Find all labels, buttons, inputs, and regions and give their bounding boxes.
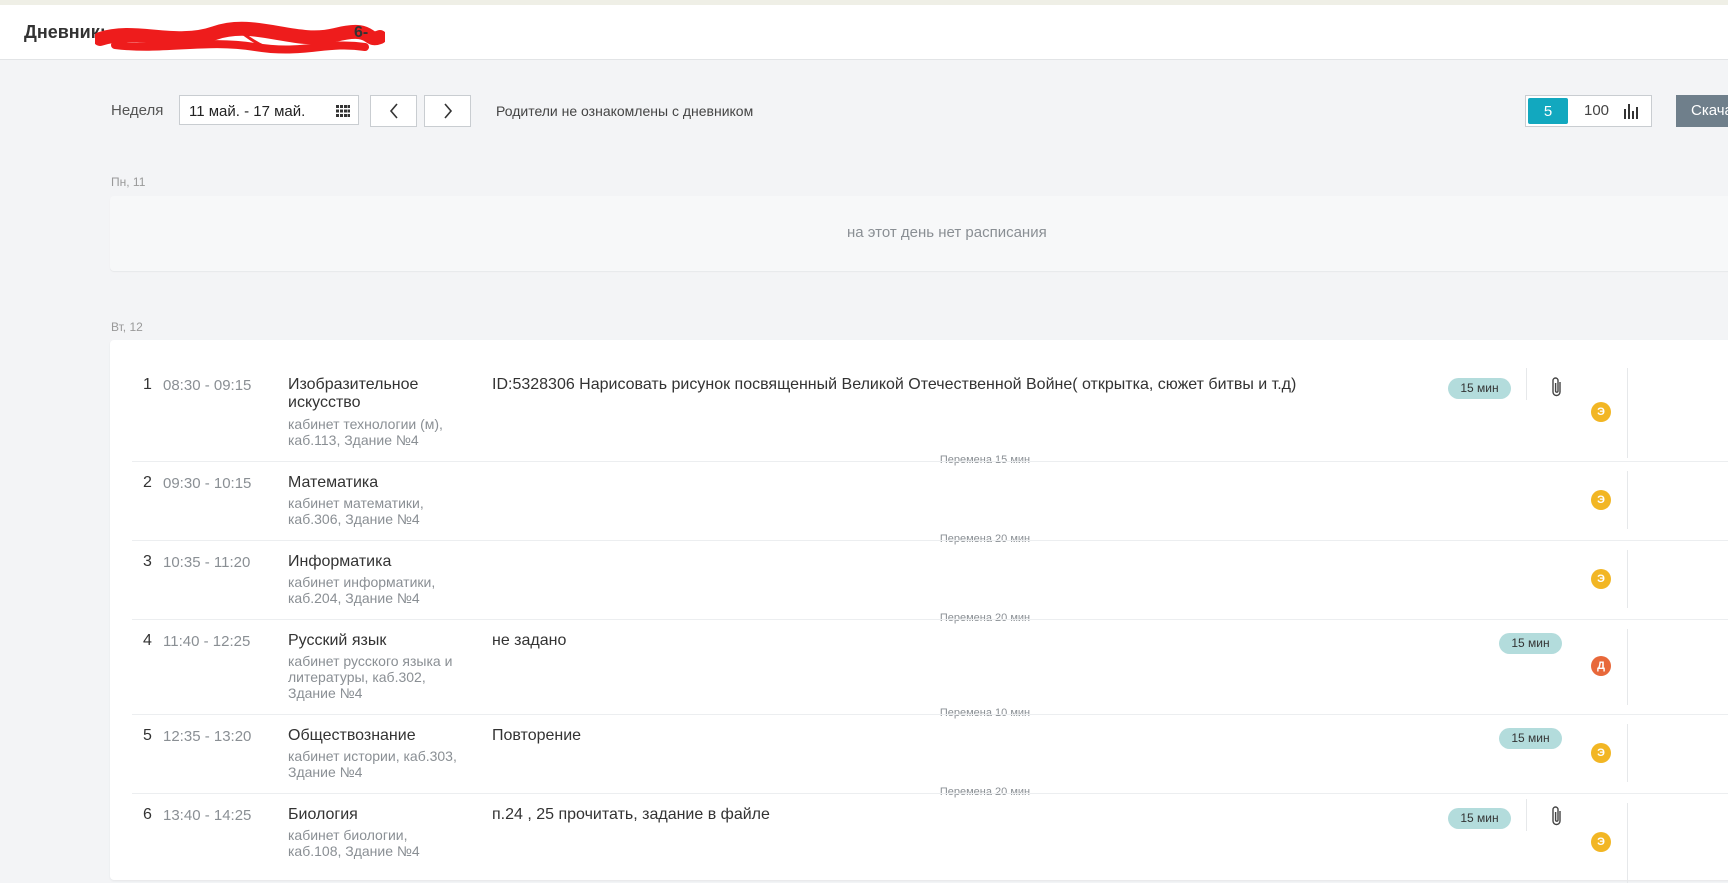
lesson-room: кабинет математики, каб.306, Здание №4 <box>288 495 424 527</box>
divider <box>1627 368 1628 458</box>
row-separator <box>132 461 1728 462</box>
lesson-homework[interactable]: не задано <box>492 632 566 650</box>
lesson-number: 2 <box>143 474 152 491</box>
lesson-number: 3 <box>143 553 152 570</box>
duration-badge: 15 мин <box>1448 808 1511 829</box>
lesson-time: 11:40 - 12:25 <box>163 633 251 650</box>
scale-100-button[interactable]: 100 <box>1584 102 1609 119</box>
lesson-room: кабинет информатики, каб.204, Здание №4 <box>288 574 436 606</box>
lesson-time: 08:30 - 09:15 <box>163 377 252 394</box>
row-separator <box>132 714 1728 715</box>
divider <box>1627 471 1628 529</box>
break-label: Перемена 10 мин <box>939 707 1031 719</box>
divider <box>1526 799 1527 831</box>
break-label: Перемена 20 мин <box>939 533 1031 545</box>
lesson-subject[interactable]: Математика <box>288 474 468 492</box>
row-separator <box>132 540 1728 541</box>
lesson-subject[interactable]: Биология <box>288 806 468 824</box>
bar-chart-icon[interactable] <box>1622 102 1640 120</box>
download-button[interactable]: Скача <box>1676 95 1728 127</box>
attendance-mark[interactable]: Д <box>1591 656 1611 676</box>
next-week-button[interactable] <box>424 95 471 127</box>
lesson-time: 09:30 - 10:15 <box>163 475 252 492</box>
lesson-subject[interactable]: Изобразительное искусство <box>288 376 468 412</box>
attachment-icon[interactable] <box>1550 376 1564 398</box>
attendance-mark[interactable]: Э <box>1591 490 1611 510</box>
duration-badge: 15 мин <box>1499 633 1562 654</box>
calendar-icon[interactable] <box>336 104 350 118</box>
lesson-homework[interactable]: ID:5328306 Нарисовать рисунок посвященны… <box>492 376 1296 394</box>
attendance-mark[interactable]: Э <box>1591 402 1611 422</box>
lesson-room: кабинет биологии, каб.108, Здание №4 <box>288 827 420 859</box>
lesson-homework[interactable]: п.24 , 25 прочитать, задание в файле <box>492 806 770 824</box>
day-card-tuesday: 1 08:30 - 09:15 Изобразительное искусств… <box>110 340 1728 883</box>
duration-badge: 15 мин <box>1499 728 1562 749</box>
divider <box>1627 803 1628 883</box>
day-card-monday: на этот день нет расписания <box>110 196 1728 271</box>
chevron-right-icon <box>443 103 452 119</box>
divider <box>1627 629 1628 705</box>
lesson-number: 1 <box>143 376 152 393</box>
attendance-mark[interactable]: Э <box>1591 743 1611 763</box>
day-label-tuesday: Вт, 12 <box>111 320 143 334</box>
lesson-room: кабинет русского языка и литературы, каб… <box>288 653 453 701</box>
row-separator <box>132 793 1728 794</box>
divider <box>1627 724 1628 782</box>
row-separator <box>132 619 1728 620</box>
divider <box>1526 368 1527 400</box>
grade-scale-switch: 5 100 <box>1525 95 1652 127</box>
lesson-subject[interactable]: Обществознание <box>288 727 468 745</box>
break-label: Перемена 15 мин <box>939 454 1031 466</box>
week-toolbar: Неделя 11 май. - 17 май. Родители не озн… <box>111 94 1728 128</box>
lesson-number: 4 <box>143 632 152 649</box>
lesson-time: 13:40 - 14:25 <box>163 807 252 824</box>
duration-badge: 15 мин <box>1448 378 1511 399</box>
no-schedule-text: на этот день нет расписания <box>847 224 1047 241</box>
chevron-left-icon <box>389 103 398 119</box>
lesson-number: 5 <box>143 727 152 744</box>
attendance-mark[interactable]: Э <box>1591 832 1611 852</box>
prev-week-button[interactable] <box>370 95 417 127</box>
week-label: Неделя <box>111 102 164 119</box>
page-header: Дневник: 6- <box>0 5 1728 60</box>
attendance-mark[interactable]: Э <box>1591 569 1611 589</box>
break-label: Перемена 20 мин <box>939 612 1031 624</box>
lesson-homework[interactable]: Повторение <box>492 727 581 745</box>
lesson-subject[interactable]: Русский язык <box>288 632 468 650</box>
attachment-icon[interactable] <box>1550 805 1564 827</box>
lesson-room: кабинет технологии (м), каб.113, Здание … <box>288 416 443 448</box>
week-picker[interactable]: 11 май. - 17 май. <box>179 95 359 125</box>
page-title-suffix: 6- <box>354 24 369 41</box>
day-label-monday: Пн, 11 <box>111 175 146 189</box>
parents-notice: Родители не ознакомлены с дневником <box>496 103 754 119</box>
week-range: 11 май. - 17 май. <box>189 103 306 120</box>
scale-5-button[interactable]: 5 <box>1528 98 1568 124</box>
redaction-scribble <box>95 21 385 54</box>
break-label: Перемена 20 мин <box>939 786 1031 798</box>
lesson-number: 6 <box>143 806 152 823</box>
lesson-subject[interactable]: Информатика <box>288 553 468 571</box>
page-title: Дневник: <box>24 22 106 42</box>
lesson-time: 12:35 - 13:20 <box>163 728 252 745</box>
lesson-time: 10:35 - 11:20 <box>163 554 251 571</box>
lesson-room: кабинет истории, каб.303, Здание №4 <box>288 748 457 780</box>
divider <box>1627 550 1628 608</box>
